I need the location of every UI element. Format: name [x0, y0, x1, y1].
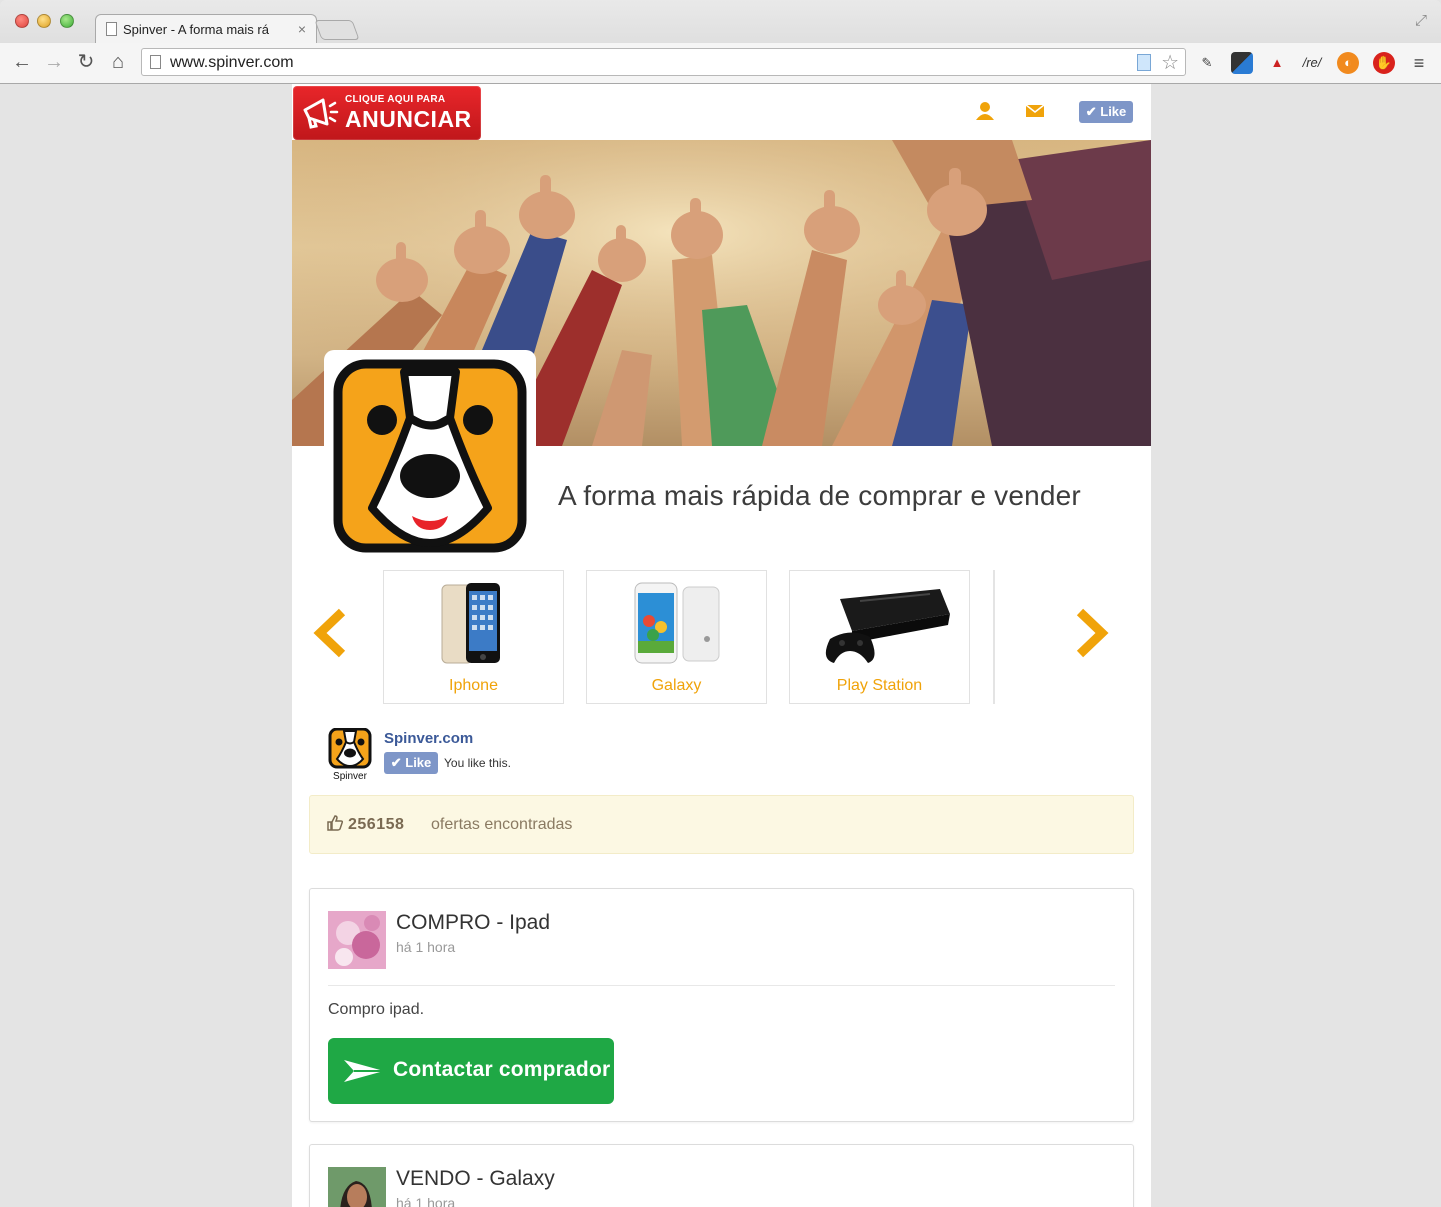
like-label: Like [1100, 104, 1127, 119]
listing-photo-pink-flowers [328, 911, 386, 969]
offers-count-banner: 256158 ofertas encontradas [309, 795, 1134, 854]
paper-plane-icon [344, 1060, 384, 1082]
evernote-icon[interactable]: ✎ [1196, 52, 1218, 74]
spinver-logo-caption: Spinver [333, 771, 368, 782]
zoom-window-button[interactable] [60, 14, 74, 28]
listing-description: Compro ipad. [328, 1001, 425, 1018]
anunciar-big-text: ANUNCIAR [345, 106, 472, 132]
check-icon: ✔ [1085, 104, 1097, 119]
pocket-sofa-icon[interactable]: ▲ [1266, 52, 1288, 74]
listing-card: VENDO - Galaxy há 1 hora [309, 1144, 1134, 1207]
browser-toolbar: ← → ↻ ⌂ www.spinver.com ☆ ✎ ▲ /re/ ◐ ✋ ≡ [0, 43, 1441, 83]
extension-grid-icon[interactable] [1231, 52, 1253, 74]
adblock-icon[interactable]: ✋ [1373, 52, 1395, 74]
re-extension-icon[interactable]: /re/ [1301, 52, 1323, 74]
listing-time: há 1 hora [396, 939, 456, 955]
minimize-window-button[interactable] [37, 14, 51, 28]
avatar[interactable] [328, 911, 386, 969]
site-header: CLIQUE AQUI PARA ANUNCIAR ✔ Like [292, 84, 1151, 140]
playstation-console-image [825, 589, 950, 663]
browser-tab[interactable]: Spinver - A forma mais rá × [95, 14, 317, 43]
contact-buyer-button[interactable]: Contactar comprador [328, 1038, 614, 1104]
address-bar[interactable]: www.spinver.com ☆ [141, 48, 1186, 76]
carousel-prev-arrow-icon[interactable] [312, 608, 352, 658]
listing-photo-woman [328, 1167, 386, 1207]
category-label: Play Station [836, 677, 923, 694]
bookmark-star-icon[interactable]: ☆ [1161, 50, 1179, 75]
forward-icon[interactable]: → [42, 50, 66, 74]
tagline: A forma mais rápida de comprar e vender [558, 480, 1081, 511]
divider [328, 985, 1115, 986]
new-tab-button[interactable] [314, 20, 360, 40]
category-label: Iphone [449, 677, 498, 694]
reload-icon[interactable]: ↻ [74, 50, 98, 74]
facebook-like-status: You like this. [444, 756, 511, 770]
galaxy-phone-image [634, 582, 720, 664]
facebook-like-button[interactable]: ✔ Like [1079, 101, 1133, 123]
iphone-image [441, 583, 500, 664]
duckduckgo-icon[interactable]: ◐ [1337, 52, 1359, 74]
category-card-iphone[interactable]: Iphone [383, 570, 564, 704]
anunciar-button[interactable]: CLIQUE AQUI PARA ANUNCIAR [293, 86, 481, 140]
category-label: Galaxy [651, 677, 702, 694]
page-content: CLIQUE AQUI PARA ANUNCIAR ✔ Like A forma… [292, 84, 1151, 1207]
home-icon[interactable]: ⌂ [106, 50, 130, 74]
spinver-small-logo[interactable]: Spinver [328, 728, 372, 782]
spinver-logo-container [324, 350, 536, 560]
facebook-like-button[interactable]: ✔ Like [384, 752, 438, 774]
listing-title[interactable]: VENDO - Galaxy [396, 1167, 555, 1191]
avatar[interactable] [328, 1167, 386, 1207]
facebook-page-name[interactable]: Spinver.com [384, 730, 473, 747]
offers-count: 256158 [348, 816, 405, 833]
page-icon [106, 22, 117, 36]
facebook-like-box: Spinver Spinver.com ✔ Like You like this… [328, 726, 568, 786]
listing-title[interactable]: COMPRO - Ipad [396, 911, 550, 935]
fullscreen-icon[interactable]: ⤢ [1415, 12, 1427, 29]
listing-time: há 1 hora [396, 1195, 456, 1207]
close-window-button[interactable] [15, 14, 29, 28]
carousel-next-arrow-icon[interactable] [1070, 608, 1110, 658]
thumbs-up-icon [327, 815, 344, 831]
category-card-play-station[interactable]: Play Station [789, 570, 970, 704]
page-icon [150, 55, 161, 69]
browser-window-chrome: Spinver - A forma mais rá × ⤢ ← → ↻ ⌂ ww… [0, 0, 1441, 84]
mail-icon[interactable] [1024, 100, 1046, 122]
offers-label: ofertas encontradas [431, 816, 573, 833]
document-icon[interactable] [1137, 54, 1151, 71]
back-icon[interactable]: ← [10, 50, 34, 74]
check-icon: ✔ [390, 755, 402, 770]
like-label: Like [405, 755, 432, 770]
user-icon[interactable] [974, 100, 996, 122]
tab-title: Spinver - A forma mais rá [123, 21, 269, 37]
contact-button-label: Contactar comprador [393, 1058, 611, 1081]
menu-icon[interactable]: ≡ [1408, 52, 1430, 74]
spinver-dog-logo [333, 359, 527, 553]
megaphone-icon [303, 98, 339, 129]
url-text[interactable]: www.spinver.com [170, 54, 294, 72]
category-card-galaxy[interactable]: Galaxy [586, 570, 767, 704]
tab-close-icon[interactable]: × [298, 21, 306, 37]
listing-card: COMPRO - Ipad há 1 hora Compro ipad. Con… [309, 888, 1134, 1122]
anunciar-small-text: CLIQUE AQUI PARA [345, 94, 446, 105]
category-card-next-partial [993, 570, 995, 704]
category-carousel: Iphone Galaxy Play Station [292, 570, 1151, 704]
